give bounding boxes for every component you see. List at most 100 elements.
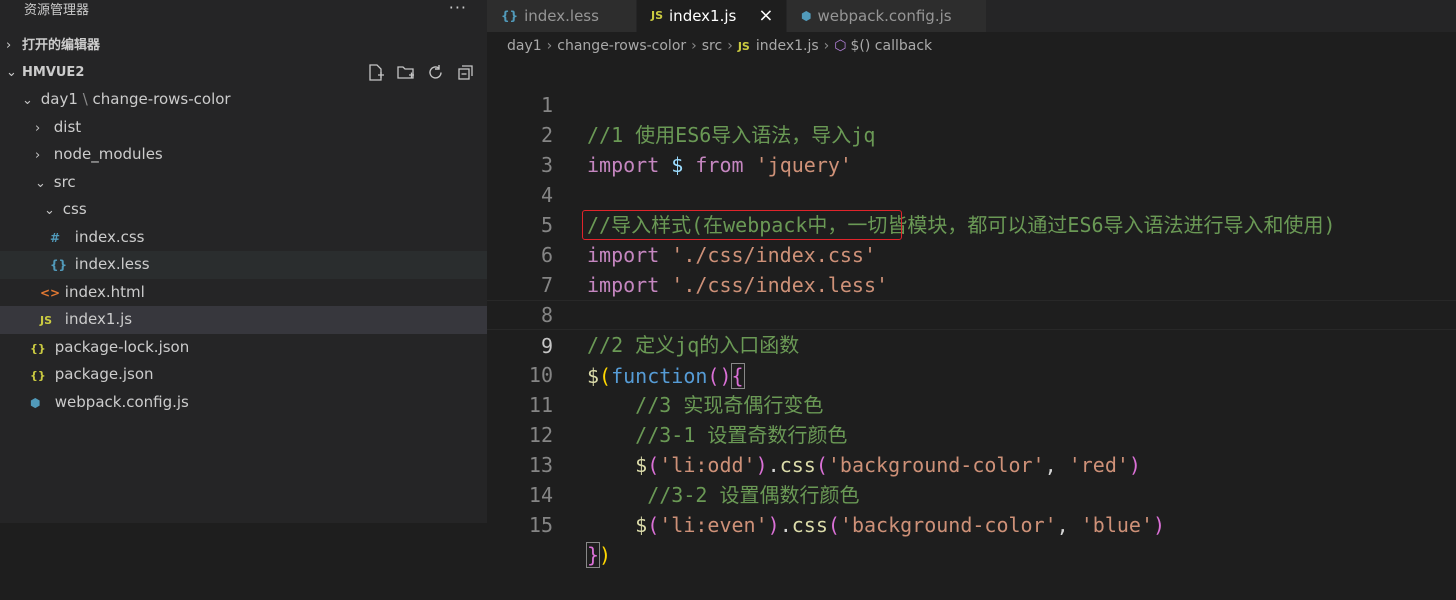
json-file-icon: {} xyxy=(30,341,46,355)
chevron-right-icon: › xyxy=(35,120,41,136)
code-brace: } xyxy=(585,542,601,568)
code-line: 15 }) xyxy=(487,480,1456,568)
chevron-down-icon: ⌄ xyxy=(44,203,55,218)
close-icon[interactable]: × xyxy=(758,4,773,28)
explorer-header: 资源管理器 ··· xyxy=(0,0,487,22)
tree-label: dist xyxy=(53,117,82,136)
tree-file-index-css[interactable]: # index.css xyxy=(0,224,487,252)
code-line: 13 //3-2 设置偶数行颜色 xyxy=(487,420,1456,507)
workspace-section[interactable]: ⌄ HMVUE2 xyxy=(0,59,487,86)
tree-folder-day1[interactable]: ⌄ day1 \ change-rows-color xyxy=(0,86,487,114)
line-number: 15 xyxy=(528,513,553,537)
code-string: 'background-color' xyxy=(839,513,1057,537)
tab-webpack-config-js[interactable]: ⬢ webpack.config.js xyxy=(787,0,987,32)
breadcrumb-item[interactable]: $() callback xyxy=(851,38,933,54)
breadcrumb: day1 › change-rows-color › src › JS index1.js › ⬡… xyxy=(487,32,1456,60)
tree-label: index.less xyxy=(74,255,150,273)
code-line: 11 //3-1 设置奇数行颜色 xyxy=(487,360,1456,447)
code-line: 8 //2 定义jq的入口函数 xyxy=(487,270,1456,357)
tab-index-less[interactable]: {} index.less xyxy=(487,0,637,32)
tree-folder-dist[interactable]: › dist xyxy=(0,114,487,142)
chevron-right-icon: › xyxy=(6,38,12,53)
code-line: 14 $('li:even').css('background-color', … xyxy=(487,450,1456,537)
code-brace: ( xyxy=(647,513,660,537)
tree-label: index.html xyxy=(64,282,145,301)
explorer-title: 资源管理器 xyxy=(24,3,90,18)
js-file-icon: JS xyxy=(40,314,53,327)
tree-file-package-json[interactable]: {} package.json xyxy=(0,361,487,389)
js-file-icon: JS xyxy=(651,9,664,22)
chevron-down-icon: ⌄ xyxy=(35,175,46,191)
tree-label: package.json xyxy=(54,365,154,383)
tree-label: day1 xyxy=(40,90,78,108)
less-file-icon: {} xyxy=(501,9,519,23)
highlight-annotation-box xyxy=(582,210,902,240)
code-brace: ) xyxy=(1153,513,1166,537)
tree-folder-node-modules[interactable]: › node_modules xyxy=(0,141,487,169)
tree-file-index-html[interactable]: <> index.html xyxy=(0,279,487,307)
file-tree: ⌄ day1 \ change-rows-color › dist › node… xyxy=(0,86,487,416)
code-line: 2 import $ from 'jquery' xyxy=(487,90,1456,177)
tree-label: src xyxy=(53,172,76,191)
tab-label: index.less xyxy=(524,7,599,25)
chevron-right-icon: › xyxy=(546,38,553,54)
html-file-icon: <> xyxy=(40,285,61,300)
tab-label: webpack.config.js xyxy=(817,7,952,25)
tree-label: node_modules xyxy=(53,145,163,163)
tree-label: webpack.config.js xyxy=(54,392,189,411)
tree-file-index1-js[interactable]: JS index1.js xyxy=(0,306,487,334)
tree-file-index-less[interactable]: {} index.less xyxy=(0,251,487,279)
code-brace: ) xyxy=(599,543,612,567)
open-editors-section[interactable]: › 打开的编辑器 xyxy=(0,32,487,59)
cube-icon: ⬡ xyxy=(834,38,847,54)
code-function: $ xyxy=(635,513,648,537)
editor-tabs: {} index.less JS index1.js × ⬢ webpack.c… xyxy=(487,0,1456,32)
chevron-right-icon: › xyxy=(691,38,697,54)
breadcrumb-item[interactable]: change-rows-color xyxy=(557,38,686,54)
tree-folder-src[interactable]: ⌄ src xyxy=(0,169,487,197)
chevron-right-icon: › xyxy=(727,38,733,54)
breadcrumb-item[interactable]: index1.js xyxy=(756,38,819,54)
open-editors-label: 打开的编辑器 xyxy=(22,38,101,53)
tree-label: index1.js xyxy=(64,310,133,328)
tree-file-package-lock-json[interactable]: {} package-lock.json xyxy=(0,334,487,362)
code-editor[interactable]: 1 //1 使用ES6导入语法，导入jq 2 import $ from 'jq… xyxy=(487,60,1456,568)
code-punct: , xyxy=(1056,513,1081,537)
tree-label: index.css xyxy=(74,227,145,246)
css-file-icon: # xyxy=(50,230,61,245)
breadcrumb-item[interactable]: src xyxy=(702,38,722,54)
webpack-file-icon: ⬢ xyxy=(30,395,41,410)
code-line: 5 import './css/index.css' xyxy=(487,180,1456,267)
chevron-right-icon: › xyxy=(35,148,41,163)
code-brace: ) xyxy=(767,513,780,537)
json-file-icon: {} xyxy=(30,369,46,382)
tree-file-webpack-config-js[interactable]: ⬢ webpack.config.js xyxy=(0,389,487,417)
chevron-down-icon: ⌄ xyxy=(6,65,17,80)
code-line: 3 xyxy=(487,120,1456,177)
code-line: 1 //1 使用ES6导入语法，导入jq xyxy=(487,60,1456,147)
more-actions-icon[interactable]: ··· xyxy=(449,0,467,19)
breadcrumb-item[interactable]: day1 xyxy=(507,38,542,54)
code-string: 'li:even' xyxy=(659,513,768,537)
workspace-label: HMVUE2 xyxy=(22,65,85,80)
collapse-all-icon[interactable] xyxy=(456,63,475,82)
code-function: css xyxy=(791,513,828,537)
path-separator: \ xyxy=(77,90,93,108)
new-file-icon[interactable] xyxy=(366,63,385,82)
chevron-down-icon: ⌄ xyxy=(22,93,33,108)
tab-index1-js[interactable]: JS index1.js × xyxy=(637,0,787,32)
refresh-icon[interactable] xyxy=(426,63,445,82)
tree-folder-css[interactable]: ⌄ css xyxy=(0,196,487,224)
new-folder-icon[interactable] xyxy=(396,63,415,82)
tree-label: css xyxy=(62,200,87,218)
code-string: 'blue' xyxy=(1080,513,1153,537)
code-line-current: 9 $(function(){ xyxy=(487,300,1456,389)
explorer-actions xyxy=(366,63,475,82)
tree-label: change-rows-color xyxy=(92,90,231,108)
code-brace: ( xyxy=(827,513,840,537)
tree-label: package-lock.json xyxy=(54,337,190,356)
editor-area: {} index.less JS index1.js × ⬢ webpack.c… xyxy=(487,0,1456,568)
webpack-file-icon: ⬢ xyxy=(801,9,812,23)
code-punct: . xyxy=(779,513,792,537)
less-file-icon: {} xyxy=(50,258,68,272)
